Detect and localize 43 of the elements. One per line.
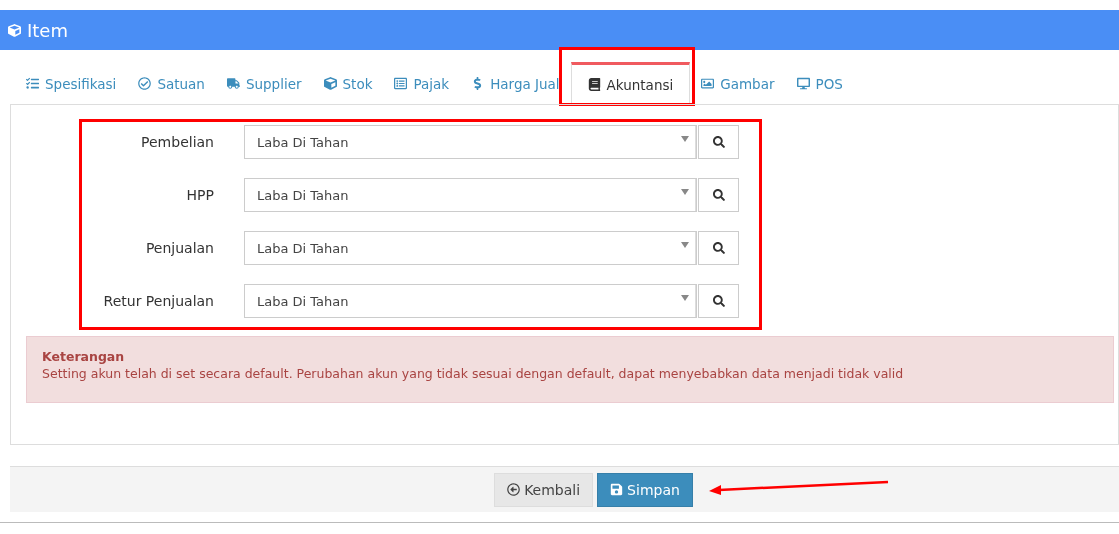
table-icon xyxy=(394,77,408,90)
caret-icon xyxy=(681,242,689,248)
alert-text: Setting akun telah di set secara default. Perubahan akun yang tidak sesuai dengan default, dapat menyebabkan data menjadi tidak valid xyxy=(42,366,905,381)
truck-icon xyxy=(226,77,240,90)
tab[interactable]: Supplier xyxy=(215,60,313,104)
search-icon xyxy=(712,189,725,201)
cube-icon xyxy=(323,77,337,90)
back-button[interactable]: Kembali xyxy=(494,472,594,507)
field-label: Pembelian xyxy=(140,134,214,150)
field-label: Retur Penjualan xyxy=(102,293,214,309)
cube-icon xyxy=(8,23,21,37)
select-field[interactable]: Laba Di Tahan xyxy=(244,231,697,265)
select-field[interactable]: Laba Di Tahan xyxy=(244,125,697,159)
caret-icon xyxy=(681,136,689,142)
search-icon xyxy=(712,242,725,254)
search-icon xyxy=(712,295,725,307)
tab[interactable]: Akuntansi xyxy=(570,62,691,105)
list-icon xyxy=(26,77,39,90)
search-button[interactable] xyxy=(698,178,739,212)
tab[interactable]: POS xyxy=(785,60,854,104)
page-title: Item xyxy=(27,19,68,41)
search-button[interactable] xyxy=(698,125,739,159)
tab[interactable]: Stok xyxy=(312,60,384,104)
tab[interactable]: Satuan xyxy=(127,60,216,104)
caret-icon xyxy=(681,295,689,301)
arrow-left-icon xyxy=(507,483,521,496)
field-label: HPP xyxy=(185,187,214,203)
alert-title: Keterangan xyxy=(42,349,126,364)
tab[interactable]: Spesifikasi xyxy=(15,60,128,104)
select-field[interactable]: Laba Di Tahan xyxy=(244,178,697,212)
search-button[interactable] xyxy=(698,231,739,265)
book-icon xyxy=(587,78,601,91)
image-icon xyxy=(701,77,715,90)
select-field[interactable]: Laba Di Tahan xyxy=(244,284,697,318)
tab[interactable]: Harga Jual xyxy=(460,60,571,104)
search-button[interactable] xyxy=(698,284,739,318)
search-icon xyxy=(712,136,725,148)
save-button[interactable]: Simpan xyxy=(597,472,693,507)
tab[interactable]: Pajak xyxy=(383,60,461,104)
tab[interactable]: Gambar xyxy=(690,60,786,104)
field-label: Penjualan xyxy=(144,240,214,256)
caret-icon xyxy=(681,189,689,195)
monitor-icon xyxy=(796,77,810,90)
